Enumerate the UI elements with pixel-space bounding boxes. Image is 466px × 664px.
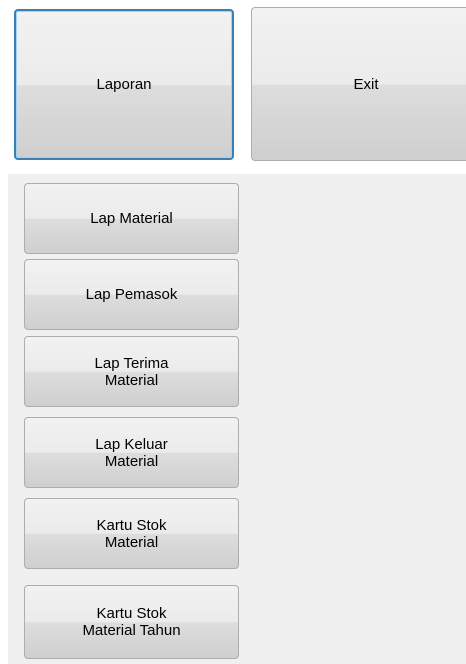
kartu-stok-material-tahun-button[interactable]: Kartu Stok Material Tahun [24, 585, 239, 659]
laporan-button[interactable]: Laporan [14, 9, 234, 160]
kartu-stok-material-button[interactable]: Kartu Stok Material [24, 498, 239, 569]
lap-pemasok-button[interactable]: Lap Pemasok [24, 259, 239, 330]
lap-terima-material-button[interactable]: Lap Terima Material [24, 336, 239, 407]
lap-keluar-material-button[interactable]: Lap Keluar Material [24, 417, 239, 488]
lap-material-button[interactable]: Lap Material [24, 183, 239, 254]
exit-button[interactable]: Exit [251, 7, 466, 161]
